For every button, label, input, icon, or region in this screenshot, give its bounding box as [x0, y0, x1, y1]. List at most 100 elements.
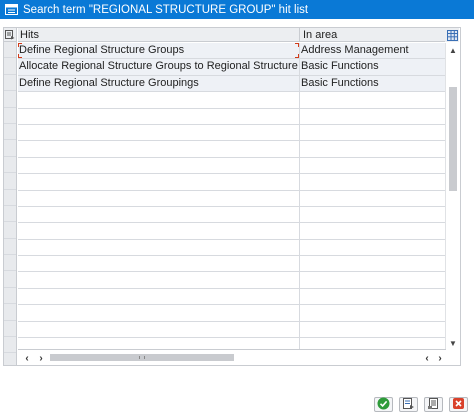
cell-area	[300, 92, 446, 107]
cell-area	[300, 109, 446, 124]
cell-area	[300, 191, 446, 206]
cell-area	[300, 322, 446, 337]
table-row	[18, 223, 446, 240]
cell-area	[300, 272, 446, 287]
cell-area	[300, 289, 446, 304]
cell-hit	[18, 190, 300, 206]
row-selector	[4, 321, 16, 338]
table-row	[18, 206, 446, 224]
row-selector	[4, 91, 16, 108]
cell-hit	[18, 157, 300, 174]
select-list-icon	[402, 397, 415, 413]
cell-hit	[18, 124, 300, 141]
cell-hit	[18, 206, 300, 223]
scroll-down-icon[interactable]: ▼	[446, 336, 460, 350]
table-row	[18, 305, 446, 322]
focus-marker	[18, 54, 22, 59]
row-selector-column	[4, 28, 17, 365]
column-layout-icon[interactable]	[445, 28, 459, 42]
dialog-button-bar	[374, 397, 468, 412]
cell-area	[300, 207, 446, 222]
cell-area	[300, 174, 446, 189]
vertical-scrollbar[interactable]: ▲ ▼	[445, 43, 460, 350]
scroll-right-icon[interactable]: ›	[433, 351, 447, 365]
cell-area	[300, 305, 446, 320]
table-row[interactable]: Define Regional Structure Groupings Basic…	[18, 75, 446, 93]
focus-marker	[18, 43, 22, 47]
table-row	[18, 141, 446, 158]
table-row	[18, 288, 446, 306]
list-window-icon	[4, 4, 18, 16]
select-button[interactable]	[399, 397, 418, 412]
table-row	[18, 92, 446, 109]
row-selector	[4, 173, 16, 190]
table-row	[18, 256, 446, 273]
row-selector[interactable]	[4, 42, 16, 59]
row-selector[interactable]	[4, 58, 16, 75]
table-row	[18, 124, 446, 142]
cancel-x-icon	[452, 397, 465, 413]
cell-hit	[18, 239, 300, 256]
row-selector	[4, 271, 16, 288]
print-list-icon	[427, 397, 440, 413]
confirm-button[interactable]	[374, 397, 393, 412]
column-header-hits[interactable]: Hits	[18, 28, 300, 41]
row-selector	[4, 304, 16, 321]
cell-hit	[18, 92, 300, 108]
table-row[interactable]: Define Regional Structure Groups Address …	[18, 43, 446, 60]
vertical-scroll-thumb[interactable]	[449, 87, 457, 191]
cell-area	[300, 223, 446, 238]
table-row	[18, 174, 446, 191]
cell-area[interactable]: Basic Functions	[300, 76, 446, 91]
table-row	[18, 157, 446, 175]
scroll-up-icon[interactable]: ▲	[446, 43, 460, 57]
cell-hit	[18, 272, 300, 288]
cell-hit[interactable]: Define Regional Structure Groupings	[18, 75, 300, 92]
row-selector	[4, 222, 16, 239]
scroll-right-small-icon[interactable]: ›	[34, 351, 48, 365]
cancel-button[interactable]	[449, 397, 468, 412]
table-row	[18, 108, 446, 125]
table-row	[18, 190, 446, 207]
window-title: Search term "REGIONAL STRUCTURE GROUP" h…	[23, 3, 309, 16]
row-selector	[4, 157, 16, 174]
cell-area[interactable]: Basic Functions	[300, 59, 446, 74]
table-header: Hits In area	[18, 28, 446, 42]
cell-area	[300, 141, 446, 156]
row-selector	[4, 190, 16, 206]
select-all-icon[interactable]	[4, 28, 16, 42]
cell-hit	[18, 288, 300, 305]
cell-hit[interactable]: Allocate Regional Structure Groups to Re…	[18, 59, 300, 75]
print-button[interactable]	[424, 397, 443, 412]
cell-hit	[18, 321, 300, 338]
cell-hit	[18, 108, 300, 124]
horizontal-scroll-thumb[interactable]	[50, 354, 234, 361]
row-selector	[4, 124, 16, 141]
cell-hit	[18, 174, 300, 190]
cell-area	[300, 240, 446, 255]
column-header-in-area[interactable]: In area	[300, 28, 446, 41]
table-row	[18, 321, 446, 339]
cell-hit	[18, 141, 300, 157]
cell-area	[300, 158, 446, 173]
hit-list-table: Hits In area Define Regional Structure G…	[3, 27, 461, 366]
row-selector[interactable]	[4, 75, 16, 92]
table-body: Define Regional Structure Groups Address …	[18, 43, 446, 355]
row-selector	[4, 239, 16, 256]
row-selector	[4, 255, 16, 272]
cell-area[interactable]: Address Management	[300, 43, 446, 58]
table-row	[18, 239, 446, 257]
cell-hit	[18, 256, 300, 272]
cell-area	[300, 256, 446, 271]
row-selector	[4, 108, 16, 124]
scroll-left-end-icon[interactable]: ‹	[420, 351, 434, 365]
row-selector	[4, 206, 16, 223]
focus-marker	[295, 54, 299, 59]
table-row[interactable]: Allocate Regional Structure Groups to Re…	[18, 59, 446, 76]
scroll-left-icon[interactable]: ‹	[20, 351, 34, 365]
cell-area	[300, 125, 446, 140]
row-selector	[4, 140, 16, 157]
cell-hit	[18, 223, 300, 239]
horizontal-scrollbar[interactable]: ‹ › ‹ ›	[18, 349, 446, 365]
cell-hit[interactable]: Define Regional Structure Groups	[18, 43, 300, 59]
